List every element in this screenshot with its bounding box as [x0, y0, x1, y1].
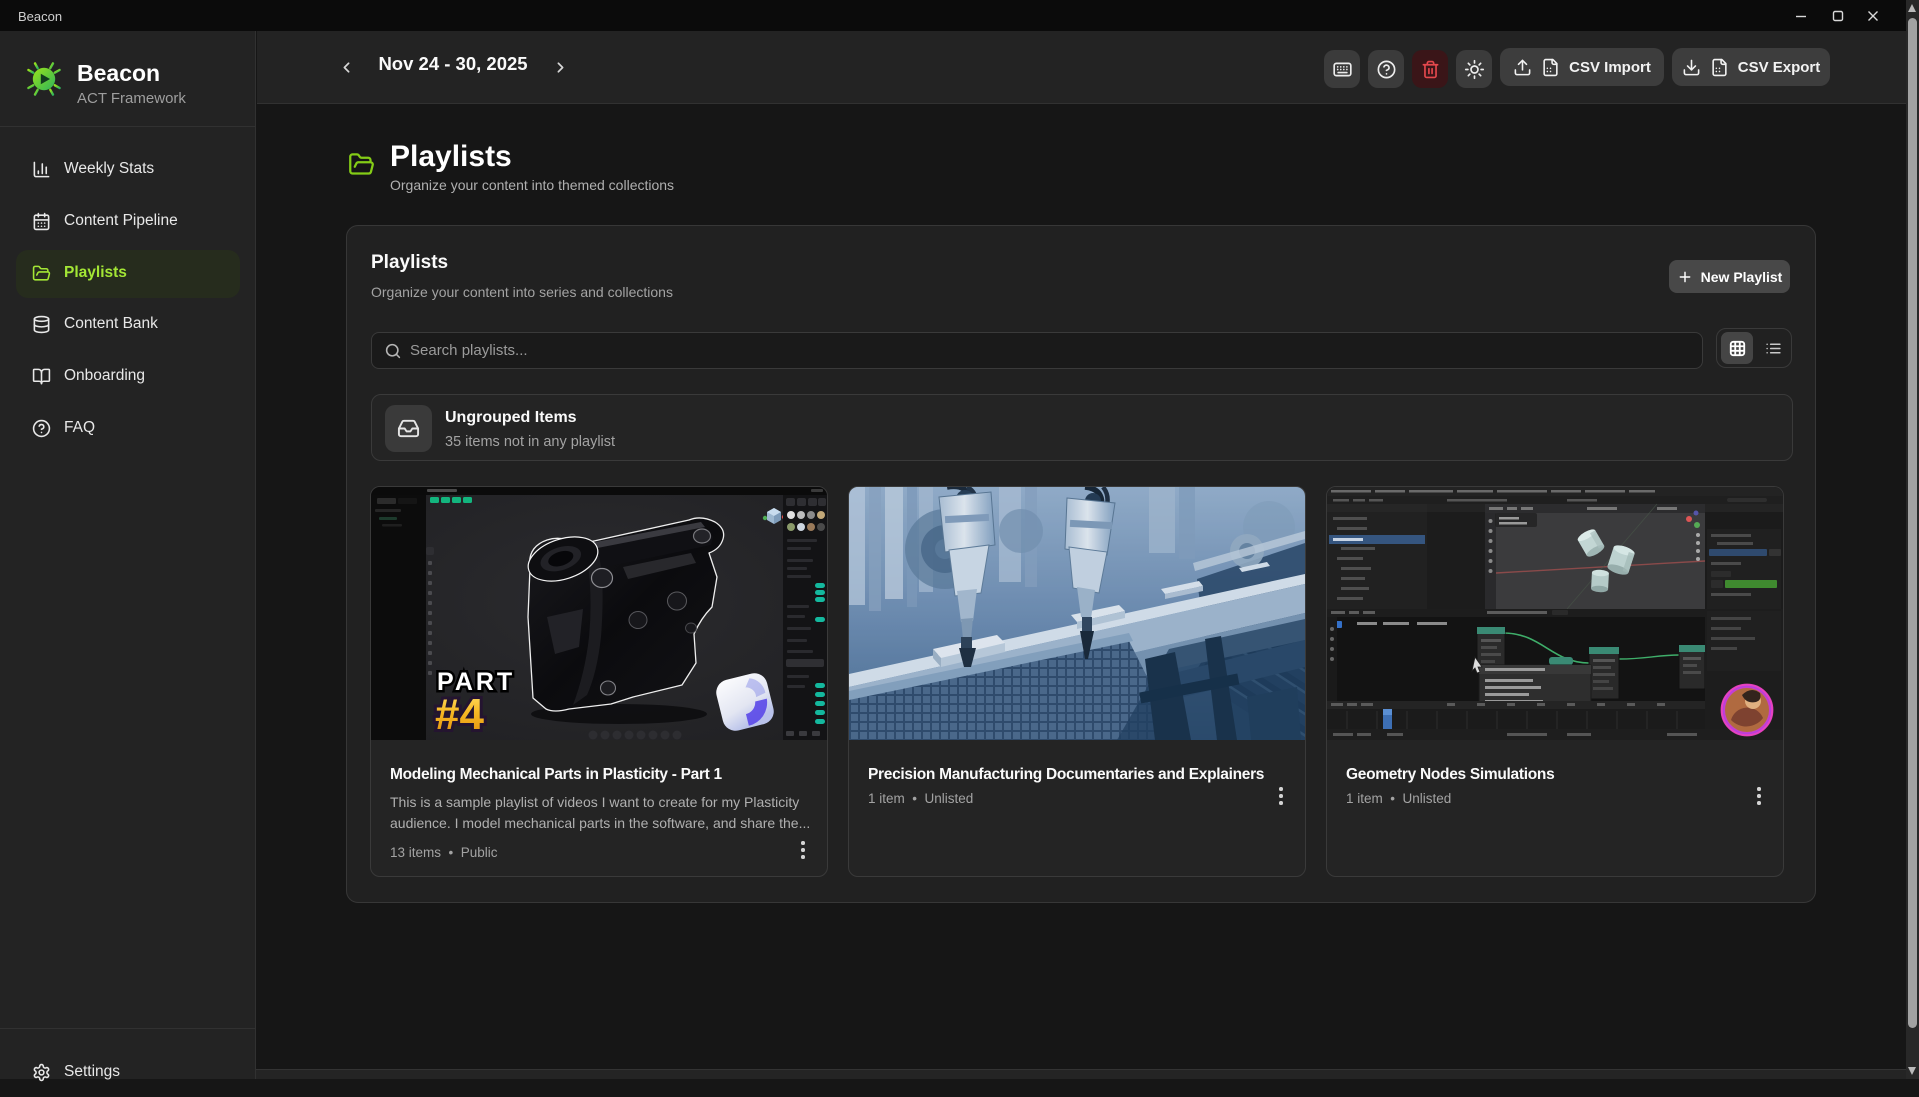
- svg-text:#4: #4: [435, 690, 484, 739]
